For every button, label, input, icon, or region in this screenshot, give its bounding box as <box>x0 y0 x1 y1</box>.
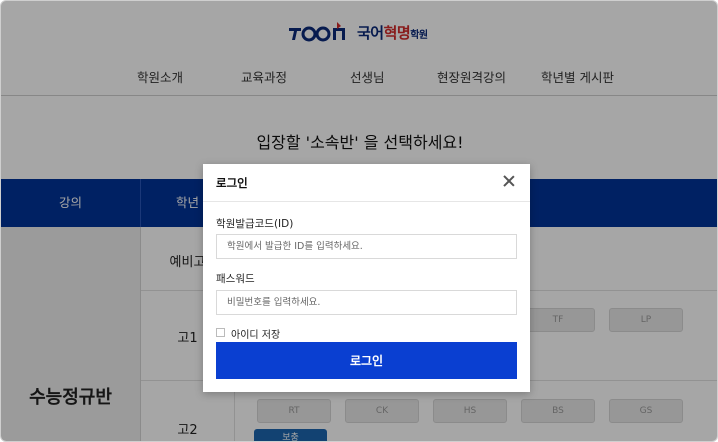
page: 국어혁명학원 학원소개 교육과정 선생님 현장원격강의 학년별 게시판 입장할 … <box>0 0 718 442</box>
remember-id-checkbox[interactable] <box>216 328 225 337</box>
login-button[interactable]: 로그인 <box>216 342 517 379</box>
close-icon[interactable] <box>502 174 516 188</box>
password-input[interactable] <box>216 290 517 315</box>
modal-title: 로그인 <box>216 176 248 190</box>
remember-id-label[interactable]: 아이디 저장 <box>231 326 280 341</box>
id-label: 학원발급코드(ID) <box>216 218 294 230</box>
modal-header: 로그인 <box>203 164 530 202</box>
id-input[interactable] <box>216 234 517 259</box>
password-label: 패스워드 <box>216 273 255 285</box>
login-modal: 로그인 학원발급코드(ID) 패스워드 아이디 저장 로그인 <box>203 164 530 392</box>
